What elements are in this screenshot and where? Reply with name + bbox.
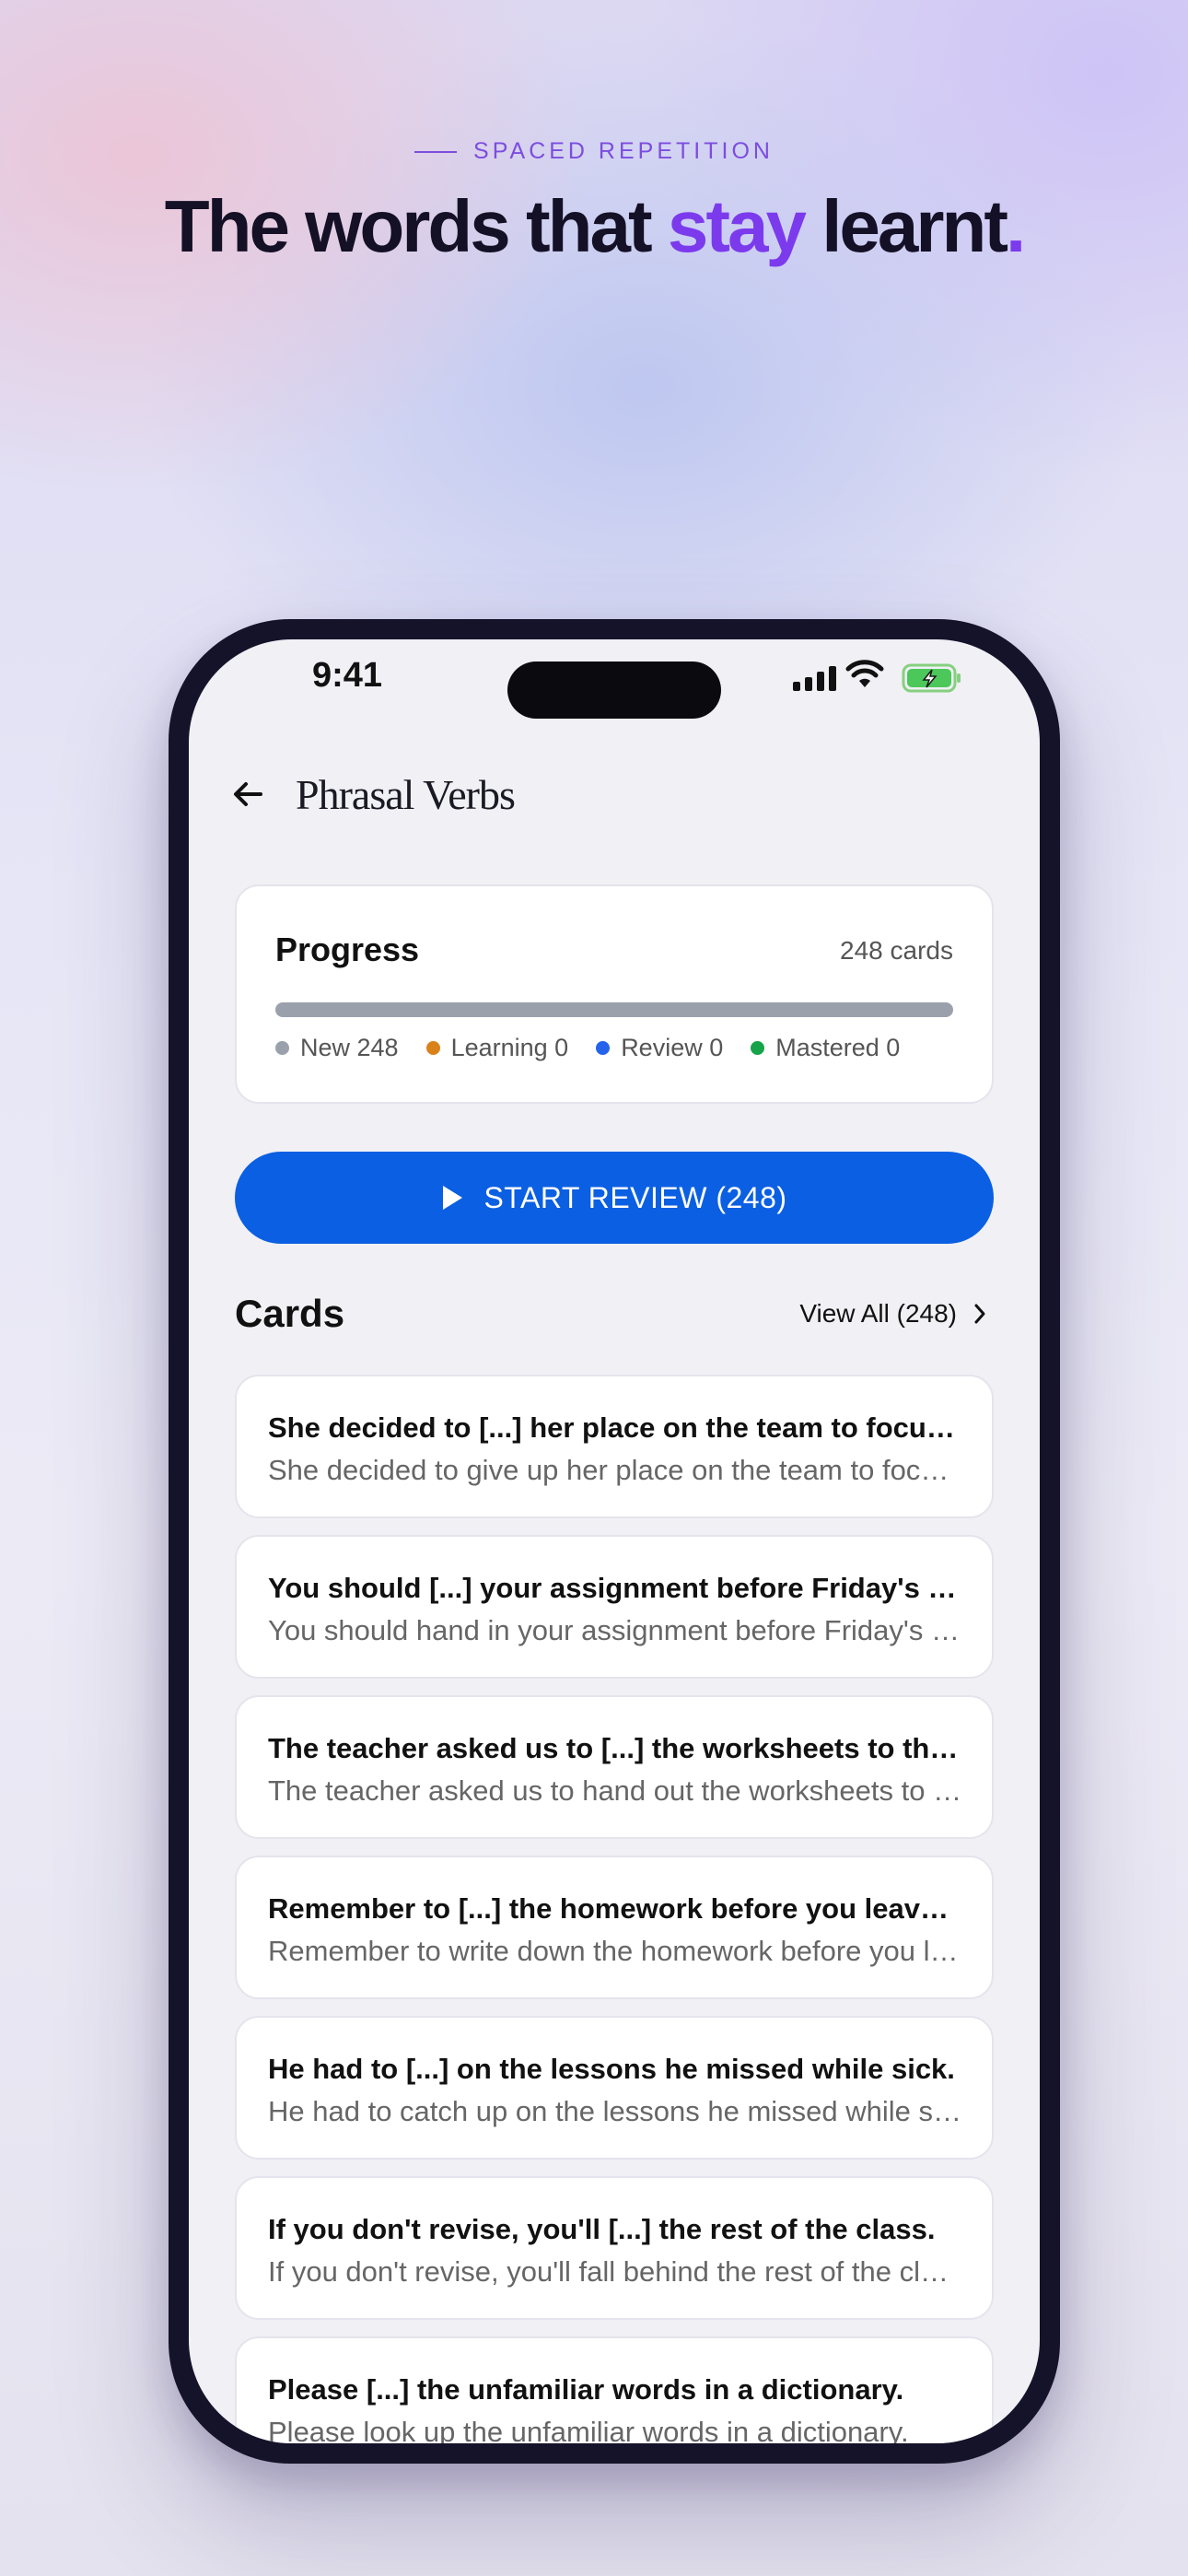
view-all-label: View All (248) — [799, 1299, 957, 1328]
legend-dot — [425, 1041, 440, 1055]
card-answer: Remember to write down the homework befo… — [268, 1935, 964, 1967]
dynamic-island — [507, 662, 721, 719]
legend-label: Review 0 — [621, 1034, 724, 1061]
chevron-right-icon — [974, 1304, 985, 1324]
card-prompt: If you don't revise, you'll [...] the re… — [268, 2213, 936, 2245]
eyebrow-text: SPACED REPETITION — [473, 138, 774, 164]
headline-dot: . — [1006, 185, 1026, 267]
progress-legend: New 248 Learning 0 Review 0 Mastered 0 — [275, 1034, 900, 1062]
card-list-item[interactable]: Remember to [...] the homework before yo… — [235, 1856, 994, 1999]
headline-part2: learnt — [803, 185, 1008, 267]
card-prompt: He had to [...] on the lessons he missed… — [268, 2053, 955, 2085]
play-icon — [443, 1186, 463, 1210]
card-list-item[interactable]: He had to [...] on the lessons he missed… — [235, 2016, 994, 2160]
wifi-icon — [845, 660, 884, 687]
start-review-button[interactable]: START REVIEW (248) — [235, 1152, 994, 1244]
phone-frame: 9:41 Phrasal Verbs Progress 248 cards Ne… — [169, 619, 1060, 2464]
card-prompt: You should [...] your assignment before … — [268, 1572, 964, 1604]
legend-item: New 248 — [275, 1034, 399, 1062]
cards-heading: Cards — [235, 1292, 345, 1335]
card-answer: If you don't revise, you'll fall behind … — [268, 2255, 964, 2288]
arrow-left-icon[interactable] — [229, 776, 266, 813]
headline-part1: The words that — [164, 185, 668, 267]
legend-dot — [751, 1041, 765, 1055]
eyebrow-rule — [414, 150, 458, 153]
nav-bar: Phrasal Verbs — [189, 759, 1040, 833]
legend-dot — [275, 1041, 289, 1055]
cellular-signal-icon — [793, 665, 836, 691]
status-bar: 9:41 — [189, 639, 1040, 732]
start-review-label: START REVIEW (248) — [483, 1180, 787, 1214]
card-list-item[interactable]: Please [...] the unfamiliar words in a d… — [235, 2336, 994, 2443]
card-answer: The teacher asked us to hand out the wor… — [268, 1774, 964, 1807]
progress-title: Progress — [275, 931, 420, 968]
legend-label: Learning 0 — [450, 1034, 569, 1061]
legend-label: Mastered 0 — [775, 1034, 901, 1061]
card-prompt: Remember to [...] the homework before yo… — [268, 1892, 964, 1925]
headline-accent: stay — [667, 185, 807, 267]
legend-item: Mastered 0 — [751, 1034, 900, 1062]
card-answer: He had to catch up on the lessons he mis… — [268, 2095, 964, 2127]
card-answer: She decided to give up her place on the … — [268, 1454, 964, 1486]
card-prompt: The teacher asked us to [...] the worksh… — [268, 1732, 964, 1764]
card-prompt: Please [...] the unfamiliar words in a d… — [268, 2373, 904, 2406]
legend-item: Learning 0 — [425, 1034, 569, 1062]
legend-dot — [596, 1041, 611, 1055]
card-answer: You should hand in your assignment befor… — [268, 1614, 964, 1646]
card-list-item[interactable]: She decided to [...] her place on the te… — [235, 1375, 994, 1518]
legend-label: New 248 — [300, 1034, 399, 1061]
legend-item: Review 0 — [596, 1034, 723, 1062]
status-time: 9:41 — [312, 656, 383, 695]
progress-bar — [275, 1002, 953, 1017]
card-list-item[interactable]: You should [...] your assignment before … — [235, 1535, 994, 1679]
card-list-item[interactable]: If you don't revise, you'll [...] the re… — [235, 2176, 994, 2320]
card-list-item[interactable]: The teacher asked us to [...] the worksh… — [235, 1695, 994, 1839]
battery-charging-icon — [902, 663, 961, 693]
eyebrow: SPACED REPETITION — [0, 138, 1188, 165]
progress-card: Progress 248 cards New 248 Learning 0 Revi… — [235, 884, 994, 1104]
phone-screen: 9:41 Phrasal Verbs Progress 248 cards Ne… — [189, 639, 1040, 2443]
progress-count: 248 cards — [840, 936, 953, 965]
page-title: Phrasal Verbs — [296, 771, 516, 818]
headline: The words that stay learnt. — [0, 184, 1188, 269]
card-prompt: She decided to [...] her place on the te… — [268, 1411, 964, 1444]
card-answer: Please look up the unfamiliar words in a… — [268, 2416, 909, 2443]
view-all-link[interactable]: View All (248) — [799, 1299, 986, 1329]
